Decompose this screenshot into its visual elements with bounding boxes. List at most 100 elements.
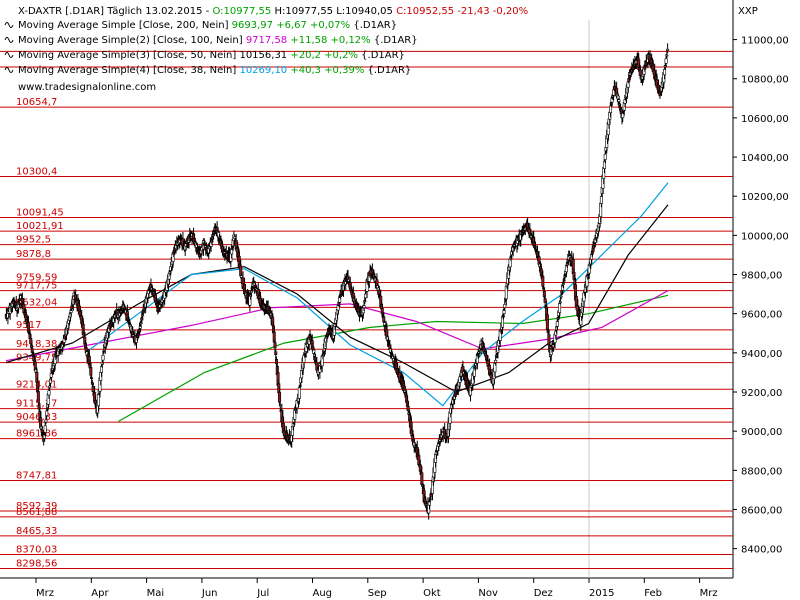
candle-body <box>558 303 562 313</box>
y-tick-label: 9400,00 <box>741 349 782 360</box>
candle-body <box>494 359 498 363</box>
level-label: 10021,91 <box>16 221 64 232</box>
candle-body <box>101 354 105 361</box>
candle-body <box>664 58 668 64</box>
candle-body <box>249 290 253 293</box>
candle-body <box>102 350 106 353</box>
level-label: 9717,75 <box>16 281 57 292</box>
candle-body <box>29 337 33 345</box>
level-label: 10300,4 <box>16 167 57 178</box>
candle-body <box>274 351 278 355</box>
legend-value: 10156,31 <box>239 50 290 61</box>
y-tick-label: 9200,00 <box>741 388 782 399</box>
candle-body <box>43 425 47 433</box>
close-value: C:10952,55 -21,43 -0,20% <box>396 6 528 17</box>
candle-body <box>599 196 603 204</box>
level-label: 10654,7 <box>16 97 57 108</box>
y-tick-label: 10800,00 <box>741 75 789 86</box>
legend-suffix: {.D1AR} <box>368 65 412 76</box>
candle-body <box>96 394 100 407</box>
candle-body <box>665 54 669 57</box>
candle-body <box>44 419 48 423</box>
candle-body <box>273 342 277 349</box>
level-label: 8747,81 <box>16 471 57 482</box>
symbol-prefix: X-DAXTR [.D1AR] Täglich 13.02.2015 - <box>18 6 212 17</box>
x-tick-label: Feb <box>644 588 662 599</box>
legend-change: +20,2 +0,2% <box>290 50 361 61</box>
candle-body <box>406 405 410 411</box>
candle-body <box>69 310 73 313</box>
level-label: 8370,03 <box>16 544 57 555</box>
x-tick-label: Sep <box>368 588 387 599</box>
legend-suffix: {.D1AR} <box>374 35 418 46</box>
candle-body <box>90 377 94 379</box>
open-value: O:10977,55 <box>212 6 271 17</box>
level-label: 8465,33 <box>16 526 57 537</box>
x-tick-label: Dez <box>534 588 553 599</box>
candle-body <box>565 264 569 266</box>
candle-body <box>617 99 621 102</box>
level-label: 8561,88 <box>16 507 57 518</box>
x-tick-label: Mai <box>147 588 165 599</box>
legend-change: +6,67 +0,07% <box>276 20 353 31</box>
candle-body <box>139 322 143 325</box>
legend-label: Moving Average Simple(3) [Close, 50, Nei… <box>18 50 239 61</box>
low-value: L:10940,05 <box>336 6 393 17</box>
candle-body <box>278 404 282 407</box>
legend-label: Moving Average Simple(4) [Close, 38, Nei… <box>18 65 239 76</box>
x-tick-label: Apr <box>91 588 109 599</box>
legend-entry: Moving Average Simple(3) [Close, 50, Nei… <box>18 50 405 61</box>
x-tick-label: 2015 <box>589 588 614 599</box>
x-tick-label: Okt <box>423 588 441 599</box>
legend-suffix: {.D1AR} <box>353 20 397 31</box>
y-tick-label: 10400,00 <box>741 153 789 164</box>
candle-body <box>91 386 95 392</box>
candle-body <box>663 69 667 76</box>
x-tick-label: Aug <box>313 588 333 599</box>
legend-entry: Moving Average Simple(4) [Close, 38, Nei… <box>18 65 411 76</box>
currency-label: XXP <box>738 6 758 17</box>
candle-body <box>362 305 366 309</box>
level-label: 9418,38 <box>16 339 57 350</box>
legend-change: +11,58 +0,12% <box>290 35 374 46</box>
level-label: 8961,86 <box>16 429 57 440</box>
candle-body <box>503 304 507 308</box>
level-label: 10091,45 <box>16 207 64 218</box>
candle-body <box>230 249 234 255</box>
legend-value: 9693,97 <box>232 20 277 31</box>
watermark: www.tradesignalonline.com <box>18 82 156 93</box>
y-tick-label: 8600,00 <box>741 505 782 516</box>
candle-body <box>558 301 562 304</box>
candle-body <box>545 314 549 331</box>
y-tick-label: 11000,00 <box>741 36 789 47</box>
y-tick-label: 8800,00 <box>741 466 782 477</box>
candle-body <box>603 153 607 160</box>
x-tick-label: Jul <box>256 588 269 599</box>
candle-body <box>555 321 559 327</box>
candle-body <box>559 295 563 298</box>
x-tick-label: Jun <box>201 588 218 599</box>
level-label: 9952,5 <box>16 235 51 246</box>
legend-entry: Moving Average Simple(2) [Close, 100, Ne… <box>18 35 418 46</box>
candle-body <box>428 498 432 501</box>
y-tick-label: 10000,00 <box>741 231 789 242</box>
candle-body <box>502 310 506 314</box>
y-tick-label: 9600,00 <box>741 310 782 321</box>
price-chart: 10654,7 10300,4 10091,45 10021,91 9952,5 9878… <box>0 0 800 600</box>
y-tick-label: 9800,00 <box>741 271 782 282</box>
level-label: 9115,17 <box>16 399 57 410</box>
candle-body <box>297 387 301 399</box>
candle-body <box>364 293 368 299</box>
candle-body <box>45 410 49 416</box>
legend-label: Moving Average Simple(2) [Close, 100, Ne… <box>18 35 246 46</box>
candle-body <box>321 355 325 357</box>
legend-entry: Moving Average Simple [Close, 200, Nein]… <box>18 20 397 31</box>
x-tick-label: Mrz <box>36 588 54 599</box>
candle-body <box>278 391 282 403</box>
candle-body <box>619 110 623 114</box>
y-tick-label: 9000,00 <box>741 427 782 438</box>
high-value: H:10977,55 <box>274 6 333 17</box>
candle-body <box>445 437 449 440</box>
candle-body <box>89 367 93 376</box>
legend-suffix: {.D1AR} <box>361 50 405 61</box>
